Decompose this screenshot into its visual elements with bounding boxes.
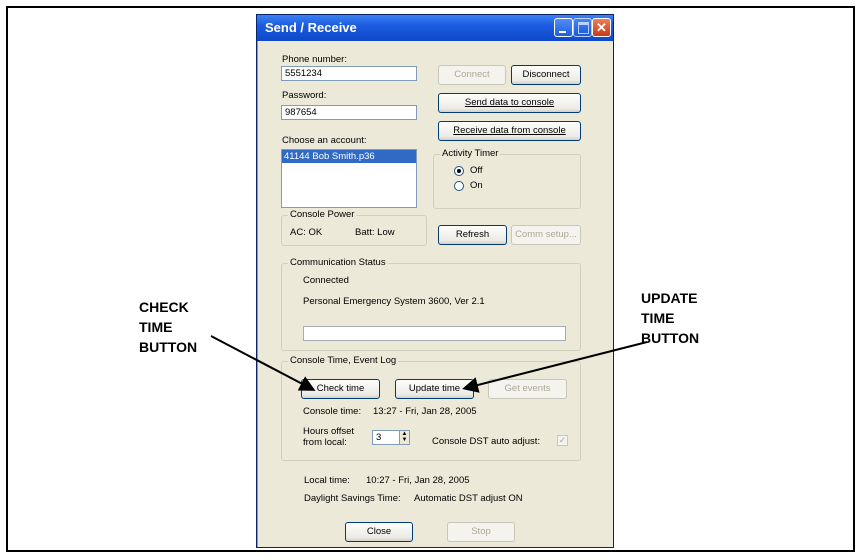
- callout-arrows: [210, 335, 648, 393]
- check-time-arrow: [210, 335, 316, 391]
- update-time-arrow: [462, 341, 648, 393]
